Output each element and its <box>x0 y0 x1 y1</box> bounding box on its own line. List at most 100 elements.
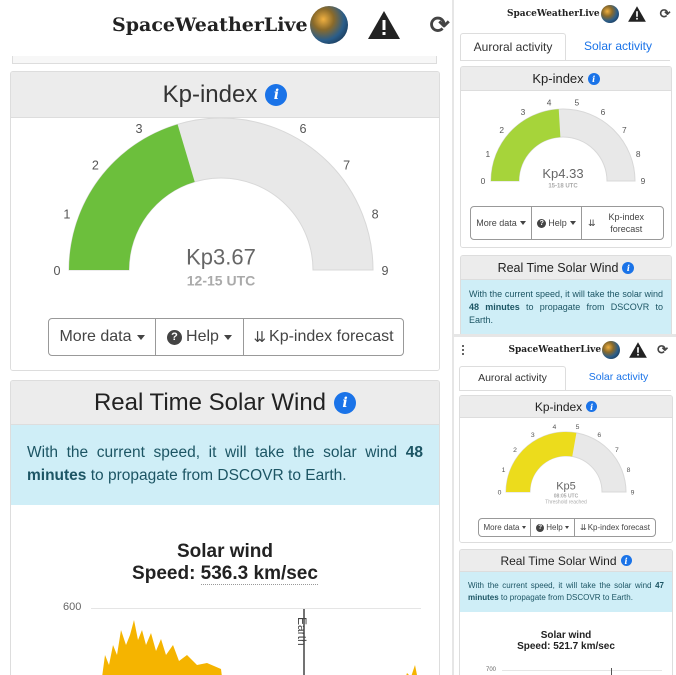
info-icon[interactable]: i <box>334 391 357 414</box>
kp-forecast-button[interactable]: ⇊ Kp-index forecast <box>575 519 655 536</box>
tab-auroral-activity[interactable]: Auroral activity <box>460 33 566 60</box>
help-icon: ? <box>536 523 545 532</box>
kp-card-title: Kp-index <box>534 399 583 414</box>
solar-card-header: Real Time Solar Wind i <box>461 256 671 280</box>
info-icon[interactable]: i <box>620 555 632 566</box>
hamburger-icon[interactable] <box>462 345 465 355</box>
solar-wind-plot <box>102 609 417 675</box>
caret-down-icon <box>519 221 526 225</box>
tab-auroral-activity[interactable]: Auroral activity <box>459 366 566 390</box>
chart-gridline <box>502 670 662 671</box>
kp-value-label: Kp5 <box>556 480 576 492</box>
notice-text: With the current speed, it will take the… <box>469 289 663 299</box>
propagation-notice: With the current speed, it will take the… <box>11 425 439 505</box>
gauge-tick-label: 1 <box>63 208 70 222</box>
gauge-tick-label: 6 <box>299 122 306 136</box>
caret-down-icon <box>223 334 232 340</box>
refresh-icon[interactable]: ⟳ <box>660 6 671 22</box>
help-button[interactable]: ? Help <box>156 319 244 355</box>
solar-wind-chart: Solar wind Speed: 521.7 km/sec 700 <box>460 612 672 675</box>
refresh-icon[interactable]: ⟳ <box>430 11 450 40</box>
more-data-button[interactable]: More data <box>479 519 531 536</box>
refresh-icon[interactable]: ⟳ <box>657 342 668 358</box>
kp-forecast-button[interactable]: ⇊ Kp-index forecast <box>582 207 663 239</box>
notice-text: With the current speed, it will take the… <box>27 444 406 461</box>
double-chevron-down-icon: ⇊ <box>588 218 596 228</box>
warning-icon[interactable] <box>366 9 402 41</box>
solar-wind-card: Real Time Solar Wind i With the current … <box>10 380 440 675</box>
kp-time-label: 15-18 UTC <box>548 184 578 190</box>
notice-text: With the current speed, it will take the… <box>468 581 656 590</box>
top-bar: SpaceWeatherLive ⟳ <box>454 0 676 28</box>
kp-forecast-button[interactable]: ⇊ Kp-index forecast <box>244 319 403 355</box>
tab-bar: Auroral activity Solar activity <box>460 33 670 61</box>
app-logo[interactable]: SpaceWeatherLive <box>112 6 348 44</box>
propagation-notice: With the current speed, it will take the… <box>461 280 671 334</box>
more-data-label: More data <box>476 218 517 228</box>
app-logo[interactable]: SpaceWeatherLive <box>508 341 621 359</box>
kp-card-body: 0 1 2 3 4 5 6 7 8 9 Kp4.33 15-18 UTC More data ? Hel… <box>461 91 671 247</box>
help-button[interactable]: ? Help <box>531 519 575 536</box>
gauge-tick-label: 5 <box>576 424 580 431</box>
double-chevron-down-icon: ⇊ <box>580 523 587 532</box>
info-icon[interactable]: i <box>586 401 598 412</box>
tab-solar-activity[interactable]: Solar activity <box>566 33 670 60</box>
gauge-tick-label: 2 <box>499 125 504 135</box>
warning-icon[interactable] <box>628 341 648 359</box>
kp-forecast-label: Kp-index forecast <box>587 523 650 532</box>
gauge-tick-label: 3 <box>135 122 142 136</box>
previous-card-edge <box>12 56 437 64</box>
caret-down-icon <box>564 526 569 529</box>
solar-wind-card: Real Time Solar Wind i With the current … <box>460 255 672 334</box>
info-icon[interactable]: i <box>265 83 288 106</box>
gauge-tick-label: 8 <box>627 467 631 474</box>
solar-wind-chart: Solar wind Speed: 536.3 km/sec 600 Earth <box>11 505 439 675</box>
more-data-button[interactable]: More data <box>49 319 156 355</box>
kp-forecast-label: Kp-index forecast <box>608 212 645 234</box>
speed-area-tail <box>406 665 417 675</box>
speed-readout: Speed: 521.7 km/sec <box>460 641 672 652</box>
solar-card-title: Real Time Solar Wind <box>93 388 327 416</box>
gauge-tick-label: 4 <box>553 424 557 431</box>
gauge-tick-label: 9 <box>641 176 646 186</box>
caret-down-icon <box>569 221 576 225</box>
globe-logo <box>602 341 621 359</box>
tab-solar-activity[interactable]: Solar activity <box>566 366 671 390</box>
gauge-tick-label: 2 <box>513 447 517 454</box>
more-data-button[interactable]: More data <box>471 207 532 239</box>
gauge-tick-label: 1 <box>485 149 490 159</box>
kp-button-group: More data ? Help ⇊ Kp-index forecast <box>470 206 664 240</box>
app-name: SpaceWeatherLive <box>508 345 602 355</box>
globe-logo <box>600 5 619 23</box>
kp-value-label: Kp3.67 <box>186 245 256 270</box>
gauge-tick-label: 6 <box>597 432 601 439</box>
kp-threshold-note: Threshold reached <box>545 500 587 506</box>
info-icon[interactable]: i <box>622 261 635 274</box>
gauge-tick-label: 4 <box>547 97 552 107</box>
gauge-tick-label: 1 <box>502 467 506 474</box>
kp-time-label: 12-15 UTC <box>187 272 255 288</box>
chart-axis-label: 700 <box>486 667 497 673</box>
gauge-tick-label: 2 <box>92 158 99 172</box>
top-bar: SpaceWeatherLive ⟳ <box>454 337 676 363</box>
notice-text-end: to propagate from DSCOVR to Earth. <box>498 593 633 602</box>
top-right-screen: SpaceWeatherLive ⟳ Auroral activity Sola… <box>454 0 676 334</box>
gauge-tick-label: 6 <box>601 107 606 117</box>
solar-card-header: Real Time Solar Wind i <box>460 550 672 572</box>
more-data-label: More data <box>59 328 132 345</box>
propagation-notice: With the current speed, it will take the… <box>460 572 672 612</box>
kp-index-card: Kp-index i 0 1 2 3 4 5 6 7 8 9 Kp4.33 15-18 UTC Mor… <box>460 66 672 248</box>
top-bar: SpaceWeatherLive ⟳ <box>0 0 452 50</box>
kp-card-header: Kp-index i <box>460 396 672 418</box>
kp-button-group: More data ? Help ⇊ Kp-index forecast <box>478 518 656 537</box>
gauge-tick-label: 9 <box>381 264 388 278</box>
propagation-minutes: 48 minutes <box>469 302 520 312</box>
help-label: Help <box>546 523 563 532</box>
bottom-right-screen: SpaceWeatherLive ⟳ Auroral activity Sola… <box>454 337 676 675</box>
info-icon[interactable]: i <box>587 72 600 85</box>
app-logo[interactable]: SpaceWeatherLive <box>507 5 619 23</box>
help-button[interactable]: ? Help <box>532 207 582 239</box>
gauge-tick-label: 5 <box>575 97 580 107</box>
gauge-tick-label: 9 <box>631 490 635 497</box>
warning-icon[interactable] <box>627 5 647 23</box>
